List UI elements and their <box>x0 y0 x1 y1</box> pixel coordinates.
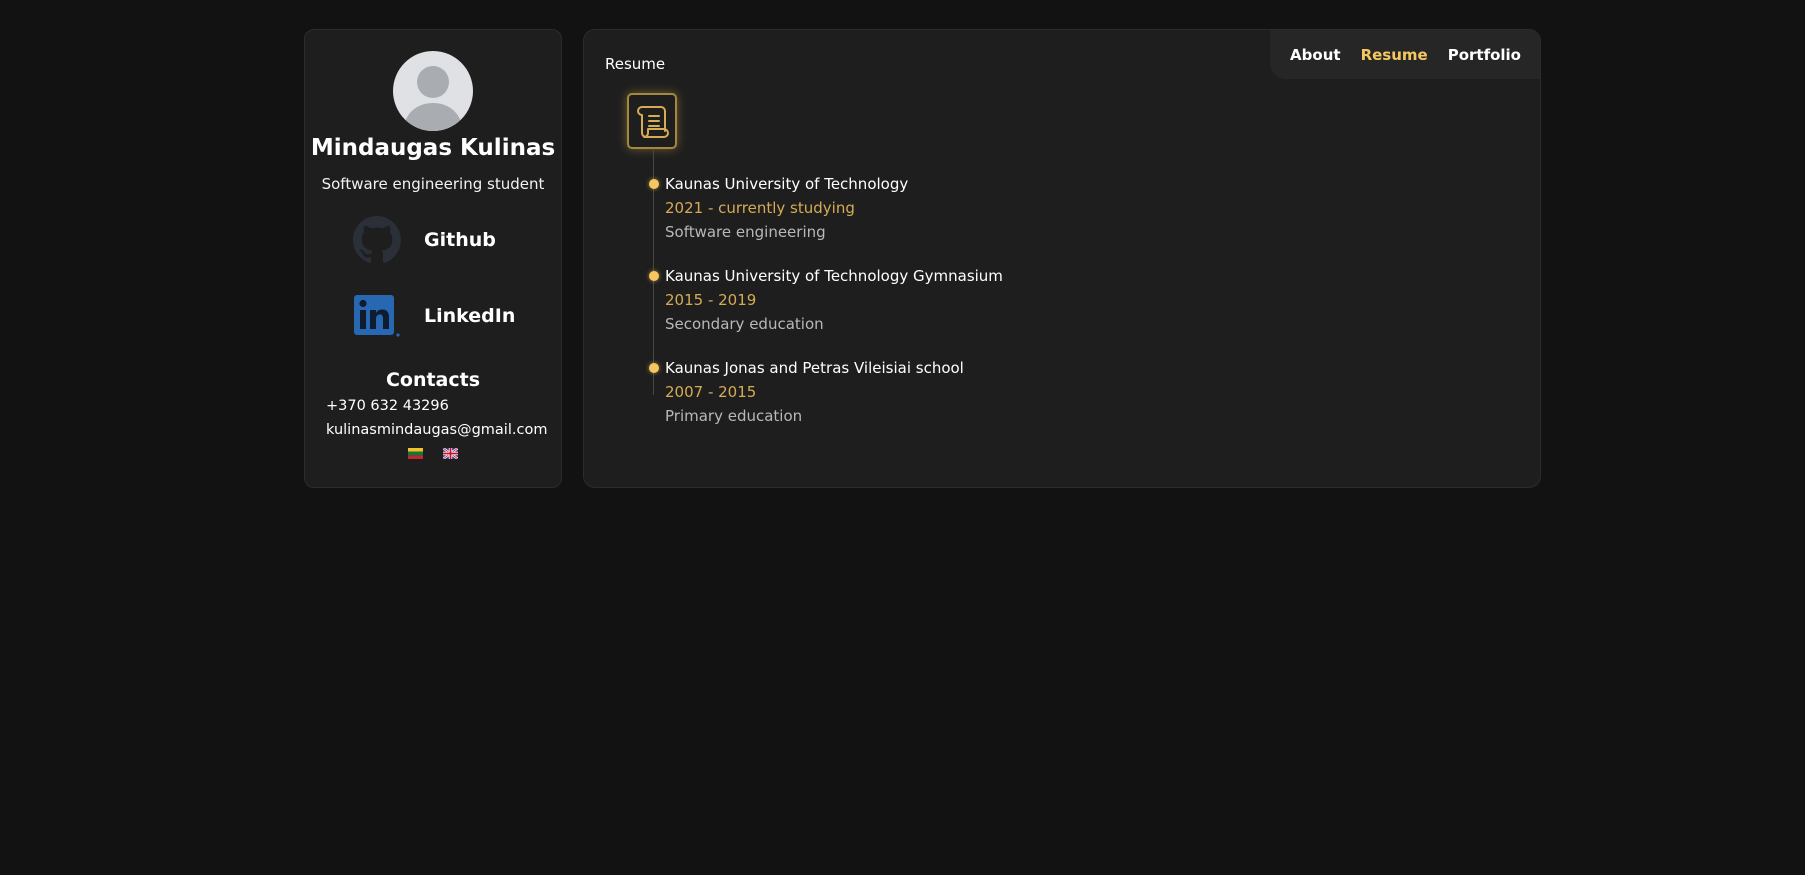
contact-phone: +370 632 43296 <box>326 398 449 414</box>
timeline-dot <box>649 179 659 189</box>
github-icon <box>352 215 402 265</box>
education-period: 2015 - 2019 <box>665 291 757 309</box>
education-description: Software engineering <box>665 223 826 241</box>
scroll-icon <box>627 93 677 149</box>
language-switcher <box>305 448 561 459</box>
flag-lithuania-icon[interactable] <box>408 448 423 459</box>
education-entry: Kaunas University of Technology 2021 - c… <box>649 175 909 241</box>
profile-sidebar: Mindaugas Kulinas Software engineering s… <box>304 29 562 488</box>
education-school: Kaunas Jonas and Petras Vileisiai school <box>665 359 964 377</box>
linkedin-icon <box>352 291 402 341</box>
nav-about[interactable]: About <box>1290 46 1341 64</box>
linkedin-link[interactable]: LinkedIn <box>305 290 561 342</box>
top-navigation: About Resume Portfolio <box>1270 30 1540 79</box>
contact-email: kulinasmindaugas@gmail.com <box>326 422 548 438</box>
avatar <box>393 51 473 131</box>
user-avatar-icon <box>403 66 463 131</box>
linkedin-label: LinkedIn <box>424 305 516 327</box>
education-entry: Kaunas Jonas and Petras Vileisiai school… <box>649 359 964 425</box>
education-school: Kaunas University of Technology <box>665 175 909 193</box>
education-description: Primary education <box>665 407 803 425</box>
education-school: Kaunas University of Technology Gymnasiu… <box>665 267 1003 285</box>
github-label: Github <box>424 229 496 251</box>
education-period: 2021 - currently studying <box>665 199 855 217</box>
contacts-heading: Contacts <box>385 369 481 391</box>
profile-role: Software engineering student <box>321 175 545 193</box>
education-entry: Kaunas University of Technology Gymnasiu… <box>649 267 1003 333</box>
page-title: Resume <box>605 55 666 73</box>
education-period: 2007 - 2015 <box>665 383 757 401</box>
profile-name: Mindaugas Kulinas <box>310 135 556 161</box>
timeline-dot <box>649 363 659 373</box>
nav-resume[interactable]: Resume <box>1361 46 1428 64</box>
resume-panel: About Resume Portfolio Resume Kaunas Uni… <box>583 29 1541 488</box>
nav-portfolio[interactable]: Portfolio <box>1448 46 1521 64</box>
flag-uk-icon[interactable] <box>443 448 458 459</box>
github-link[interactable]: Github <box>305 214 561 266</box>
timeline-dot <box>649 271 659 281</box>
education-description: Secondary education <box>665 315 824 333</box>
